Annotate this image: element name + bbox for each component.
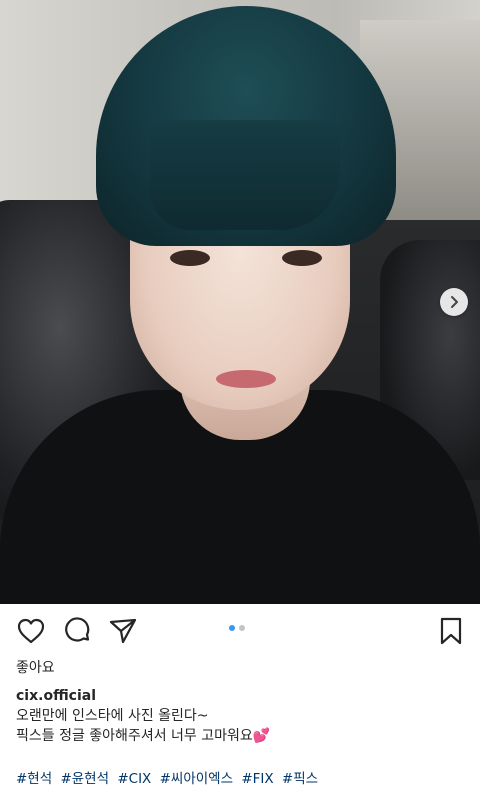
chevron-right-icon[interactable] [440,288,468,316]
hashtag-link[interactable]: #픽스 [282,771,318,787]
carousel-dot [239,625,245,631]
carousel-dot-active [229,625,235,631]
hair-bangs [150,120,340,230]
hashtag-link[interactable]: #윤현석 [60,771,109,787]
hashtag-link[interactable]: #씨아이엑스 [160,771,233,787]
post-photo[interactable] [0,0,480,604]
hashtag-link[interactable]: #현석 [16,771,52,787]
right-eye [282,250,322,266]
send-icon[interactable] [108,616,138,646]
bookmark-icon[interactable] [436,616,466,646]
heart-emoji-icon: 💕 [252,728,271,744]
action-bar [0,604,480,656]
post-caption: cix.official 오랜만에 인스타에 사진 올린다~ 픽스들 정글 좋아… [16,686,466,746]
heart-icon[interactable] [16,616,46,646]
hashtag-link[interactable]: #FIX [241,771,273,787]
likes-label[interactable]: 좋아요 [16,657,55,677]
caption-line-1: 오랜만에 인스타에 사진 올린다~ [16,708,209,724]
lips [216,370,276,388]
hashtag-list: #현석 #윤현석 #CIX #씨아이엑스 #FIX #픽스 [16,767,322,787]
comment-icon[interactable] [62,616,92,646]
hashtag-link[interactable]: #CIX [117,771,151,787]
caption-line-2-text: 픽스들 정글 좋아해주셔서 너무 고마워요 [16,728,253,744]
carousel-indicator [229,625,245,631]
caption-line-2: 픽스들 정글 좋아해주셔서 너무 고마워요💕 [16,726,466,746]
username[interactable]: cix.official [16,686,466,706]
left-eye [170,250,210,266]
